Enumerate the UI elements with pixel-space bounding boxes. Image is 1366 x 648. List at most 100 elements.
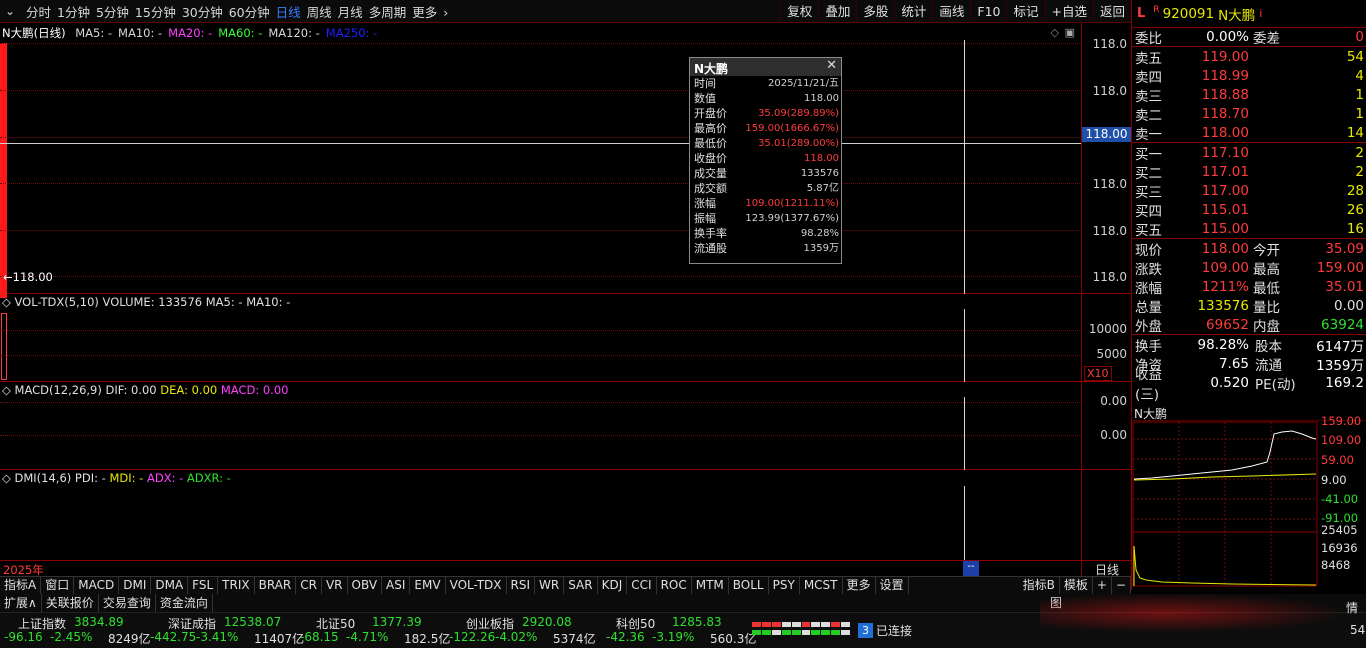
crosshair-vertical-dmi <box>964 486 965 560</box>
period-tab[interactable]: 1分钟 <box>57 5 90 20</box>
weicha-value: 0 <box>1355 29 1364 45</box>
order-book-row[interactable]: 买一 117.10 2 <box>1132 143 1366 163</box>
crosshair-horizontal <box>0 143 1081 144</box>
toolbar-button[interactable]: 统计 <box>894 0 932 23</box>
order-book-row[interactable]: 买四 115.01 26 <box>1132 200 1366 220</box>
info-icon[interactable]: i <box>1259 7 1262 20</box>
macd-axis-label: 0.00 <box>1100 394 1127 408</box>
quote-panel: L R 920091 N大鹏 i 委比 0.00% 委差 0 卖五 119.00 5… <box>1131 0 1366 404</box>
chevron-right-icon[interactable]: › <box>443 5 448 20</box>
status-right-top: 情 <box>1346 601 1359 615</box>
index-value: 3834.89 <box>74 615 124 629</box>
order-level: 买二 <box>1135 165 1162 182</box>
collapse-icon[interactable]: ◇ <box>2 295 11 309</box>
order-book-row[interactable]: 买二 117.01 2 <box>1132 162 1366 182</box>
collapse-icon[interactable]: ◇ <box>2 471 11 485</box>
indicator-tab[interactable]: 设置 <box>876 577 909 594</box>
stat-value: 133576 <box>1197 297 1249 314</box>
indicator-tab[interactable]: ASI <box>382 577 411 594</box>
indicator-tab-right[interactable]: 模板 <box>1060 577 1093 594</box>
indicator-tab[interactable]: CR <box>296 577 322 594</box>
indicator-tab[interactable]: 指标A <box>0 577 42 594</box>
weibi-row: 委比 0.00% 委差 0 <box>1132 28 1366 47</box>
window-toggle-icon[interactable]: ▣ <box>1065 26 1075 39</box>
period-tab[interactable]: 30分钟 <box>182 5 223 20</box>
period-badge[interactable]: 日线 <box>1082 560 1132 577</box>
indicator-tab[interactable]: VR <box>322 577 348 594</box>
order-book-row[interactable]: 买五 115.00 16 <box>1132 219 1366 239</box>
indicator-tab[interactable]: PSY <box>769 577 800 594</box>
indicator-tab[interactable]: VOL-TDX <box>446 577 507 594</box>
order-book-row[interactable]: 卖三 118.88 1 <box>1132 85 1366 105</box>
decorative-smear <box>1040 593 1350 633</box>
order-book-row[interactable]: 卖五 119.00 54 <box>1132 47 1366 67</box>
period-tab[interactable]: 60分钟 <box>229 5 270 20</box>
period-tab[interactable]: 日线 <box>276 5 301 20</box>
order-book-row[interactable]: 卖一 118.00 14 <box>1132 123 1366 143</box>
indicator-tab[interactable]: BOLL <box>729 577 769 594</box>
status-bar: 上证指数 3834.89 -96.16 -2.45% 8249亿 深证成指 12538.07… <box>0 593 1366 648</box>
indicator-tab[interactable]: MACD <box>74 577 120 594</box>
order-price: 118.70 <box>1201 105 1249 122</box>
indicator-tab[interactable]: ROC <box>657 577 692 594</box>
ma-label: MA20: - <box>168 26 213 40</box>
indicator-tab[interactable]: 窗口 <box>41 577 75 594</box>
indicator-tab[interactable]: 更多 <box>843 577 876 594</box>
indicator-tab-right[interactable]: 指标B <box>1019 577 1060 594</box>
diamond-icon[interactable]: ◇ <box>1051 26 1059 39</box>
period-tab[interactable]: 月线 <box>338 5 363 20</box>
period-tab[interactable]: 分时 <box>26 5 51 20</box>
collapse-icon[interactable]: ◇ <box>2 383 11 397</box>
period-tab[interactable]: 5分钟 <box>96 5 129 20</box>
mini-price-label: 109.00 <box>1321 433 1362 447</box>
toolbar-button[interactable]: 叠加 <box>818 0 856 23</box>
dmi-axis: 日线 <box>1081 470 1132 577</box>
quote-stat-row: 外盘 69652 内盘 63924 <box>1132 315 1366 335</box>
bottom-link[interactable]: 关联报价 <box>42 594 99 612</box>
bottom-link[interactable]: 交易查询 <box>99 594 156 612</box>
indicator-tab[interactable]: BRAR <box>255 577 297 594</box>
order-book-row[interactable]: 卖二 118.70 1 <box>1132 104 1366 124</box>
fundamental-row: 换手 98.28% 股本 6147万 <box>1132 335 1366 355</box>
kline-tooltip: N大鹏 ✕ 时间 2025/11/21/五 数值 118.00 开盘价 35.09(289.… <box>689 57 842 264</box>
limit-up-bar <box>0 43 7 298</box>
tooltip-value: 118.00 <box>804 153 839 164</box>
toolbar-button[interactable]: 画线 <box>932 0 970 23</box>
fundamental-label: 换手 <box>1135 338 1162 355</box>
indicator-tab[interactable]: WR <box>535 577 565 594</box>
toolbar-button[interactable]: 返回 <box>1092 0 1131 23</box>
order-book-row[interactable]: 买三 117.00 28 <box>1132 181 1366 201</box>
indicator-tab[interactable]: FSL <box>188 577 219 594</box>
order-book-row[interactable]: 卖四 118.99 4 <box>1132 66 1366 86</box>
indicator-tab[interactable]: CCI <box>627 577 657 594</box>
indicator-tab-right[interactable]: − <box>1112 577 1131 594</box>
indicator-tab-right[interactable]: + <box>1093 577 1112 594</box>
indicator-tab[interactable]: MCST <box>800 577 843 594</box>
indicator-tab[interactable]: MTM <box>692 577 729 594</box>
period-tab[interactable]: 周线 <box>307 5 332 20</box>
indicator-tab[interactable]: DMA <box>151 577 189 594</box>
stock-header: L R 920091 N大鹏 i <box>1132 0 1366 28</box>
toolbar-button[interactable]: 多股 <box>856 0 894 23</box>
period-more[interactable]: 更多 <box>412 5 437 20</box>
indicator-tab[interactable]: SAR <box>564 577 598 594</box>
indicator-tab[interactable]: OBV <box>348 577 383 594</box>
toolbar-button[interactable]: +自选 <box>1044 0 1093 23</box>
indicator-tab[interactable]: KDJ <box>598 577 628 594</box>
connection-status[interactable]: 3 已连接 <box>858 622 912 639</box>
period-tab[interactable]: 多周期 <box>369 5 407 20</box>
indicator-tab[interactable]: EMV <box>410 577 446 594</box>
indicator-tab[interactable]: TRIX <box>218 577 255 594</box>
toolbar-button[interactable]: 标记 <box>1006 0 1044 23</box>
bottom-link[interactable]: 扩展∧ <box>0 594 42 612</box>
indicator-tab[interactable]: RSI <box>507 577 536 594</box>
bottom-link[interactable]: 资金流向 <box>156 594 213 612</box>
indicator-tab[interactable]: DMI <box>119 577 152 594</box>
close-icon[interactable]: ✕ <box>826 58 837 73</box>
order-level: 卖二 <box>1135 107 1162 124</box>
period-tab[interactable]: 15分钟 <box>135 5 176 20</box>
chevron-down-icon[interactable]: ⌄ <box>0 4 20 18</box>
ma-header: N大鹏(日线) MA5: - MA10: - MA20: - MA60: - MA120… <box>2 25 377 41</box>
toolbar-button[interactable]: F10 <box>970 0 1006 23</box>
toolbar-button[interactable]: 复权 <box>780 0 818 23</box>
